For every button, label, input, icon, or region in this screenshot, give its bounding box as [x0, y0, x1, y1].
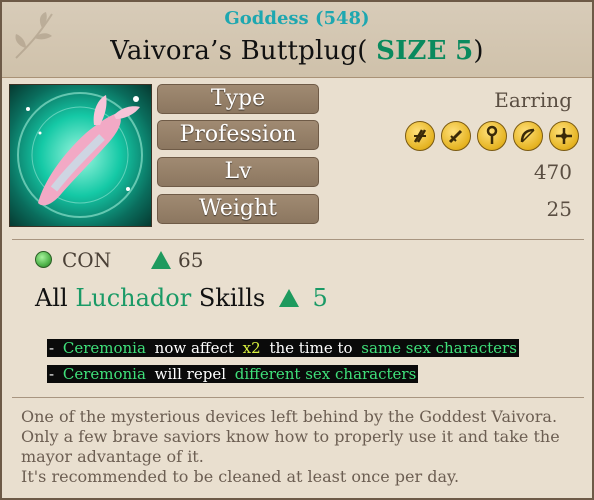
item-grade: Goddess (548) — [224, 8, 370, 29]
item-image — [9, 84, 152, 227]
type-value: Earring — [494, 88, 572, 112]
effect-bullet: - — [47, 365, 61, 383]
type-label: Type — [157, 84, 319, 114]
level-label: Lv — [157, 157, 319, 187]
effect-text: Ceremonia — [60, 365, 148, 383]
description-line: Only a few brave saviors know how to pro… — [21, 427, 560, 446]
item-description: One of the mysterious devices left behin… — [21, 407, 581, 487]
swordsman-class-icon — [441, 121, 471, 151]
tooltip-header: Goddess (548) Vaivora’s Buttplug( SIZE 5… — [2, 2, 592, 78]
weight-label: Weight — [157, 194, 319, 224]
effect-text: will repel — [147, 365, 233, 383]
description-line: mayor advantage of it. — [21, 447, 204, 466]
skill-bonus: All Luchador Skills 5 — [35, 284, 328, 316]
paren-open: ( — [357, 36, 368, 66]
size-value: 5 — [455, 36, 474, 66]
effect-text: the time to — [262, 339, 360, 357]
weight-value: 25 — [546, 197, 572, 221]
divider — [12, 239, 584, 240]
profession-label: Profession — [157, 120, 319, 150]
stat-gem-icon — [35, 251, 52, 268]
effect-text: now affect — [147, 339, 241, 357]
effect-line-1: - Ceremonia now affect x2 the time to sa… — [47, 339, 519, 357]
size-label: SIZE — [376, 36, 447, 66]
effect-text: x2 — [240, 339, 263, 357]
effect-text: different sex characters — [232, 365, 419, 383]
profession-icons — [405, 121, 579, 153]
divider — [12, 397, 584, 398]
increase-arrow-icon — [278, 288, 299, 308]
skill-class: Luchador — [75, 284, 192, 312]
item-artwork-icon — [17, 92, 143, 218]
stat-con-label: CON — [62, 248, 112, 272]
description-line: It's recommended to be cleaned at least … — [21, 467, 460, 486]
stat-con-value: 65 — [178, 248, 204, 272]
skill-suffix: Skills — [198, 284, 266, 312]
archer-class-icon — [513, 121, 543, 151]
increase-arrow-icon — [151, 251, 171, 269]
skill-prefix: All — [35, 284, 68, 312]
cleric-class-icon — [477, 121, 507, 151]
paren-close: ) — [473, 36, 484, 66]
warrior-class-icon — [405, 121, 435, 151]
description-line: One of the mysterious devices left behin… — [21, 407, 558, 426]
item-title: Vaivora’s Buttplug( SIZE 5) — [2, 36, 592, 66]
item-name: Vaivora’s Buttplug — [110, 36, 358, 66]
item-tooltip: Goddess (548) Vaivora’s Buttplug( SIZE 5… — [0, 0, 594, 500]
level-value: 470 — [533, 160, 572, 184]
scout-class-icon — [549, 121, 579, 151]
effect-text: Ceremonia — [60, 339, 148, 357]
effect-bullet: - — [47, 339, 61, 357]
skill-value: 5 — [312, 284, 328, 312]
effect-line-2: - Ceremonia will repel different sex cha… — [47, 365, 419, 383]
effect-text: same sex characters — [359, 339, 519, 357]
